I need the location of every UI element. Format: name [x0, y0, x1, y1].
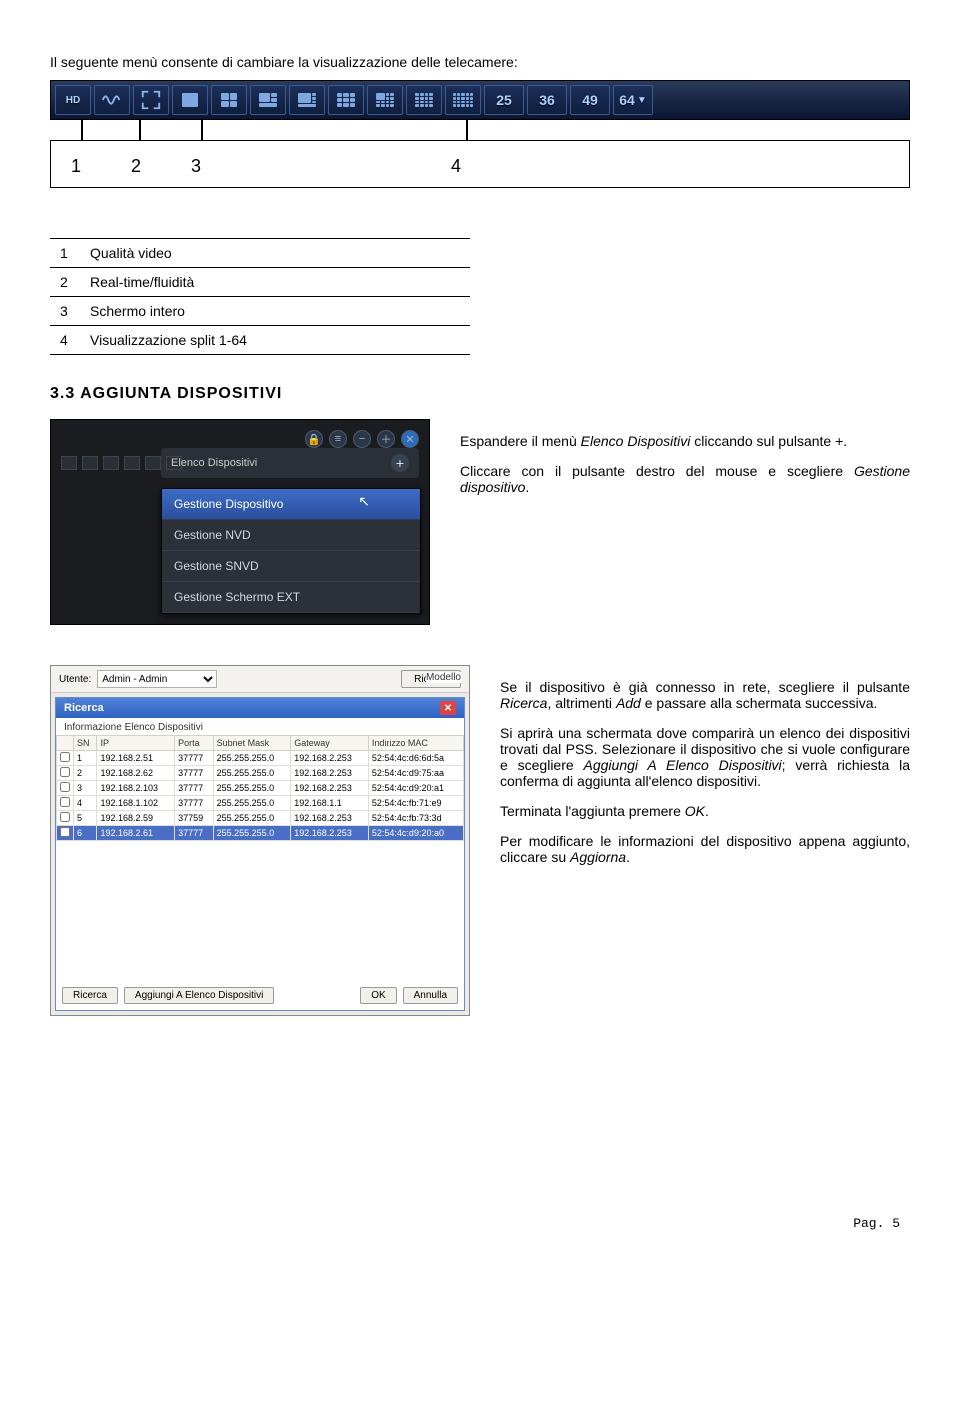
callout-1: 1 [71, 156, 81, 177]
table-row: 4Visualizzazione split 1-64 [50, 326, 470, 355]
row-checkbox[interactable] [60, 827, 70, 837]
table-row: 1Qualità video [50, 239, 470, 268]
minus-icon[interactable]: − [353, 430, 371, 448]
aggiungi-elenco-button[interactable]: Aggiungi A Elenco Dispositivi [124, 987, 274, 1004]
cursor-icon: ↖ [358, 493, 370, 510]
paragraph: Terminata l'aggiunta premere OK. [500, 803, 910, 819]
menu-item-gestione-nvd[interactable]: Gestione NVD [162, 520, 420, 551]
modello-label: Modello [426, 672, 461, 683]
close-icon[interactable]: ✕ [401, 430, 419, 448]
user-select[interactable]: Admin - Admin [97, 670, 217, 688]
num-label: 64 [619, 92, 635, 108]
paragraph: Espandere il menù Elenco Dispositivi cli… [460, 433, 910, 449]
paragraph: Per modificare le informazioni del dispo… [500, 833, 910, 865]
intro-text: Il seguente menù consente di cambiare la… [50, 54, 910, 70]
split-25-button[interactable]: 25 [484, 85, 524, 115]
dialog-title: Ricerca [64, 702, 104, 714]
table-row[interactable]: 1192.168.2.5137777255.255.255.0192.168.2… [57, 751, 464, 766]
callout-box: 1 2 3 4 [50, 140, 910, 188]
hd-label: HD [66, 95, 80, 106]
list-icon[interactable]: ≡ [329, 430, 347, 448]
split-8-button[interactable] [289, 85, 325, 115]
ricerca-button[interactable]: Ricerca [62, 987, 118, 1004]
lock-icon[interactable]: 🔒 [305, 430, 323, 448]
menu-item-gestione-schermo-ext[interactable]: Gestione Schermo EXT [162, 582, 420, 613]
mini-icon[interactable] [124, 456, 140, 470]
menu-item-gestione-snvd[interactable]: Gestione SNVD [162, 551, 420, 582]
menu-label: Gestione SNVD [174, 559, 259, 573]
plus-circle-icon[interactable]: ＋ [377, 430, 395, 448]
table-row[interactable]: 3192.168.2.10337777255.255.255.0192.168.… [57, 781, 464, 796]
annulla-button[interactable]: Annulla [403, 987, 458, 1004]
chevron-down-icon: ▼ [637, 95, 647, 106]
split-6-button[interactable] [250, 85, 286, 115]
split-13-button[interactable] [367, 85, 403, 115]
paragraph: Cliccare con il pulsante destro del mous… [460, 463, 910, 495]
expand-plus-icon[interactable]: + [391, 454, 409, 472]
user-label: Utente: [59, 674, 91, 685]
callout-4: 4 [451, 156, 461, 177]
camera-view-toolbar: HD 25 36 49 64▼ [50, 80, 910, 120]
row-checkbox[interactable] [60, 812, 70, 822]
mini-icon[interactable] [103, 456, 119, 470]
menu-label: Gestione Schermo EXT [174, 590, 300, 604]
mini-icon[interactable] [145, 456, 161, 470]
callout-2: 2 [131, 156, 141, 177]
ricerca-dialog: Ricerca ✕ Informazione Elenco Dispositiv… [55, 697, 465, 1011]
mini-icon[interactable] [82, 456, 98, 470]
table-row: 3Schermo intero [50, 297, 470, 326]
search-window-screenshot: Modello Utente: Admin - Admin Ricerca Ri… [50, 665, 470, 1016]
split-36-button[interactable]: 36 [527, 85, 567, 115]
split-16-button[interactable] [406, 85, 442, 115]
split-20-button[interactable] [445, 85, 481, 115]
mini-icon[interactable] [61, 456, 77, 470]
num-label: 25 [496, 92, 512, 108]
paragraph: Si aprirà una schermata dove comparirà u… [500, 725, 910, 789]
device-table: SN IP Porta Subnet Mask Gateway Indirizz… [56, 735, 464, 841]
wave-icon [101, 89, 123, 111]
menu-label: Gestione Dispositivo [174, 497, 283, 511]
dialog-subtitle: Informazione Elenco Dispositivi [56, 718, 464, 733]
fullscreen-button[interactable] [133, 85, 169, 115]
callout-3: 3 [191, 156, 201, 177]
split-9-button[interactable] [328, 85, 364, 115]
row-checkbox[interactable] [60, 752, 70, 762]
num-label: 36 [539, 92, 555, 108]
ok-button[interactable]: OK [360, 987, 396, 1004]
table-row-selected[interactable]: 6192.168.2.6137777255.255.255.0192.168.2… [57, 826, 464, 841]
fluidity-button[interactable] [94, 85, 130, 115]
close-icon[interactable]: ✕ [440, 701, 456, 715]
device-list-header[interactable]: Elenco Dispositivi + [161, 448, 419, 478]
device-list-title: Elenco Dispositivi [171, 457, 257, 469]
fullscreen-icon [140, 89, 162, 111]
menu-item-gestione-dispositivo[interactable]: Gestione Dispositivo ↖ [162, 489, 420, 520]
section-heading: 3.3 AGGIUNTA DISPOSITIVI [50, 385, 910, 403]
split-4-button[interactable] [211, 85, 247, 115]
split-64-button[interactable]: 64▼ [613, 85, 653, 115]
page-footer: Pag. 5 [50, 1216, 910, 1231]
row-checkbox[interactable] [60, 782, 70, 792]
paragraph: Se il dispositivo è già connesso in rete… [500, 679, 910, 711]
split-1-button[interactable] [172, 85, 208, 115]
menu-label: Gestione NVD [174, 528, 251, 542]
table-row[interactable]: 4192.168.1.10237777255.255.255.0192.168.… [57, 796, 464, 811]
hd-button[interactable]: HD [55, 85, 91, 115]
num-label: 49 [582, 92, 598, 108]
table-row[interactable]: 2192.168.2.6237777255.255.255.0192.168.2… [57, 766, 464, 781]
legend-table: 1Qualità video 2Real-time/fluidità 3Sche… [50, 238, 470, 355]
table-row: 2Real-time/fluidità [50, 268, 470, 297]
table-row[interactable]: 5192.168.2.5937759255.255.255.0192.168.2… [57, 811, 464, 826]
device-panel-screenshot: 🔒 ≡ − ＋ ✕ Elenco Dispositivi + Gestione … [50, 419, 430, 625]
context-menu: Gestione Dispositivo ↖ Gestione NVD Gest… [161, 488, 421, 614]
row-checkbox[interactable] [60, 797, 70, 807]
split-49-button[interactable]: 49 [570, 85, 610, 115]
row-checkbox[interactable] [60, 767, 70, 777]
